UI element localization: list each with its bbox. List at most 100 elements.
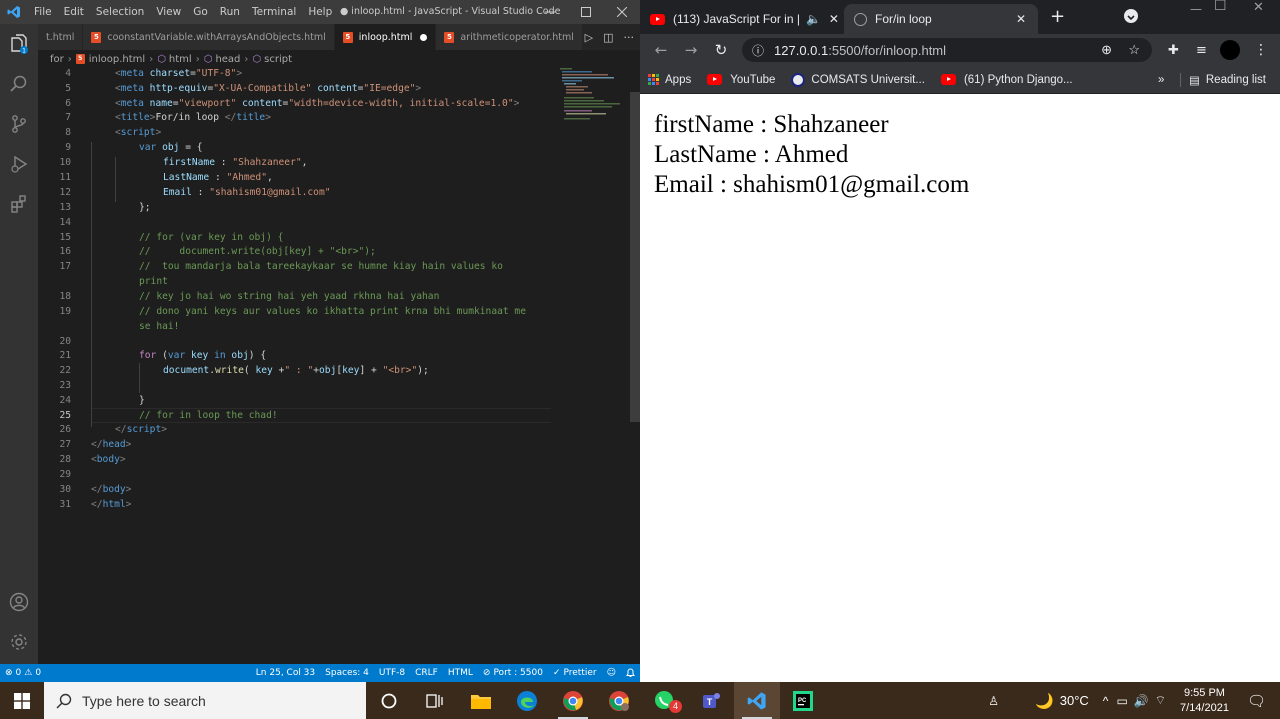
problems-status[interactable]: ⊗ 0 ⚠ 0: [0, 668, 46, 678]
action-center-icon[interactable]: 🗨: [1239, 692, 1280, 710]
menu-run[interactable]: Run: [214, 6, 246, 18]
cortana-button[interactable]: [366, 682, 412, 719]
globe-icon: [854, 12, 867, 26]
notifications-bell-icon[interactable]: [621, 668, 640, 678]
back-arrow-icon[interactable]: ←: [646, 41, 676, 59]
zoom-icon[interactable]: ⊕: [1101, 42, 1112, 58]
encoding-status[interactable]: UTF-8: [374, 668, 410, 678]
breadcrumb-item[interactable]: html: [169, 54, 192, 65]
search-button[interactable]: [0, 64, 38, 104]
cursor-position[interactable]: Ln 25, Col 33: [251, 668, 320, 678]
close-tab-icon[interactable]: ✕: [829, 12, 839, 26]
chrome-minimize-icon[interactable]: —: [1190, 2, 1202, 16]
reading-list-button[interactable]: ▤ Reading list: [1180, 72, 1274, 87]
tab-t-html[interactable]: t.html: [38, 24, 84, 50]
menu-help[interactable]: Help: [302, 6, 338, 18]
more-actions-icon[interactable]: ···: [624, 31, 635, 44]
volume-icon[interactable]: 🔊: [1134, 694, 1149, 708]
eol-status[interactable]: CRLF: [410, 668, 443, 678]
close-button[interactable]: [602, 0, 640, 24]
chrome-tab-youtube[interactable]: (113) JavaScript For in | 🔈 ✕: [650, 4, 840, 34]
bookmark-star-icon[interactable]: ☆: [1128, 42, 1140, 58]
menu-selection[interactable]: Selection: [90, 6, 150, 18]
breadcrumb-item[interactable]: for: [50, 54, 64, 65]
chrome-taskbar-button[interactable]: [550, 682, 596, 719]
tab-constant-variable[interactable]: 5 coonstantVariable.withArraysAndObjects…: [83, 24, 335, 50]
breadcrumb-item[interactable]: head: [215, 54, 240, 65]
breadcrumb-item[interactable]: script: [264, 54, 292, 65]
tab-arithmetic-operator[interactable]: 5 arithmeticoperator.html: [436, 24, 583, 50]
edge-button[interactable]: [504, 682, 550, 719]
close-tab-icon[interactable]: ✕: [1016, 12, 1026, 26]
language-mode[interactable]: HTML: [443, 668, 478, 678]
minimize-button[interactable]: [530, 0, 570, 24]
whatsapp-button[interactable]: 4: [642, 682, 688, 719]
chrome-maximize-icon[interactable]: ☐: [1214, 0, 1227, 14]
menu-terminal[interactable]: Terminal: [246, 6, 302, 18]
weather-moon-icon[interactable]: 🌙: [1035, 692, 1054, 710]
show-hidden-icons-chevron-icon[interactable]: ^: [1103, 694, 1109, 708]
extensions-puzzle-icon[interactable]: ✚: [1168, 43, 1179, 58]
split-editor-icon[interactable]: ◫: [603, 31, 613, 44]
new-tab-plus-icon[interactable]: +: [1050, 6, 1065, 27]
menu-edit[interactable]: Edit: [58, 6, 90, 18]
start-button[interactable]: [0, 682, 44, 719]
bookmark-python-django[interactable]: (61) Python Django...: [933, 74, 1081, 86]
file-explorer-button[interactable]: [458, 682, 504, 719]
feedback-icon[interactable]: ☺: [602, 668, 621, 678]
bookmark-comsats[interactable]: COMSATS Universit...: [783, 72, 933, 87]
scrollbar-thumb[interactable]: [630, 92, 640, 422]
unsaved-dot-icon[interactable]: [420, 33, 428, 41]
speaker-icon[interactable]: 🔈: [806, 12, 821, 26]
manage-button[interactable]: [0, 622, 38, 662]
pycharm-button[interactable]: PC: [780, 682, 826, 719]
explorer-button[interactable]: 1: [0, 24, 38, 64]
chrome-menu-icon[interactable]: ⋮: [1254, 42, 1268, 58]
battery-icon[interactable]: ▭: [1116, 694, 1127, 708]
chrome-profile-taskbar-button[interactable]: [596, 682, 642, 719]
teams-button[interactable]: T: [688, 682, 734, 719]
reload-icon[interactable]: ↻: [706, 41, 736, 59]
chrome-icon: [563, 690, 583, 711]
vscode-taskbar-button[interactable]: [734, 682, 780, 719]
task-view-icon: [426, 693, 443, 708]
temperature[interactable]: 30°C: [1060, 693, 1089, 708]
extensions-button[interactable]: [0, 184, 38, 224]
close-icon: [617, 7, 627, 17]
people-icon[interactable]: ♙: [988, 694, 999, 708]
wifi-icon[interactable]: ⌔: [1155, 693, 1166, 708]
profile-avatar[interactable]: [1220, 40, 1240, 60]
media-queue-icon[interactable]: ≡: [1196, 43, 1207, 58]
taskbar-search-box[interactable]: Type here to search: [44, 682, 366, 719]
system-tray: ♙ 🌙 30°C ^ ▭ 🔊 ⌔ 9:55 PM 7/14/2021 🗨: [988, 682, 1280, 719]
breadcrumb-item[interactable]: inloop.html: [89, 54, 145, 65]
menu-go[interactable]: Go: [187, 6, 214, 18]
task-view-button[interactable]: [412, 682, 458, 719]
bookmark-youtube[interactable]: YouTube: [699, 74, 783, 86]
info-icon[interactable]: ⓘ: [752, 42, 764, 59]
vscode-logo-icon[interactable]: [0, 5, 28, 19]
bookmark-apps[interactable]: Apps: [640, 74, 699, 86]
clock[interactable]: 9:55 PM 7/14/2021: [1170, 686, 1239, 716]
accounts-button[interactable]: [0, 582, 38, 622]
menu-file[interactable]: File: [28, 6, 58, 18]
chrome-tab-active[interactable]: For/in loop ✕: [844, 4, 1038, 34]
tab-inloop-active[interactable]: 5 inloop.html: [334, 24, 437, 50]
menu-view[interactable]: View: [150, 6, 187, 18]
code-editor[interactable]: 4 5 6 7 8 9 10 11 12 13 14 15 16 17 18 19 20 21 22 23 24 25 26…: [38, 68, 628, 664]
tab-search-icon[interactable]: [1124, 9, 1138, 23]
chrome-close-icon[interactable]: ✕: [1253, 0, 1264, 15]
address-bar[interactable]: ⓘ 127.0.0.1:5500/for/inloop.html ⊕ ☆: [742, 38, 1152, 62]
forward-arrow-icon[interactable]: →: [676, 41, 706, 59]
run-debug-button[interactable]: [0, 144, 38, 184]
source-control-button[interactable]: [0, 104, 38, 144]
code-line-7: <title>For/in loop </title>: [115, 112, 271, 123]
run-icon[interactable]: ▷: [585, 31, 593, 44]
indentation-status[interactable]: Spaces: 4: [320, 668, 374, 678]
editor-scrollbar[interactable]: [628, 68, 640, 664]
prettier-status[interactable]: ✓ Prettier: [548, 668, 602, 678]
minimap[interactable]: [558, 66, 628, 126]
more-bookmarks-chevron-icon[interactable]: »: [1158, 74, 1164, 86]
maximize-button[interactable]: [566, 0, 606, 24]
live-server-port[interactable]: ⊘ Port : 5500: [478, 668, 548, 678]
